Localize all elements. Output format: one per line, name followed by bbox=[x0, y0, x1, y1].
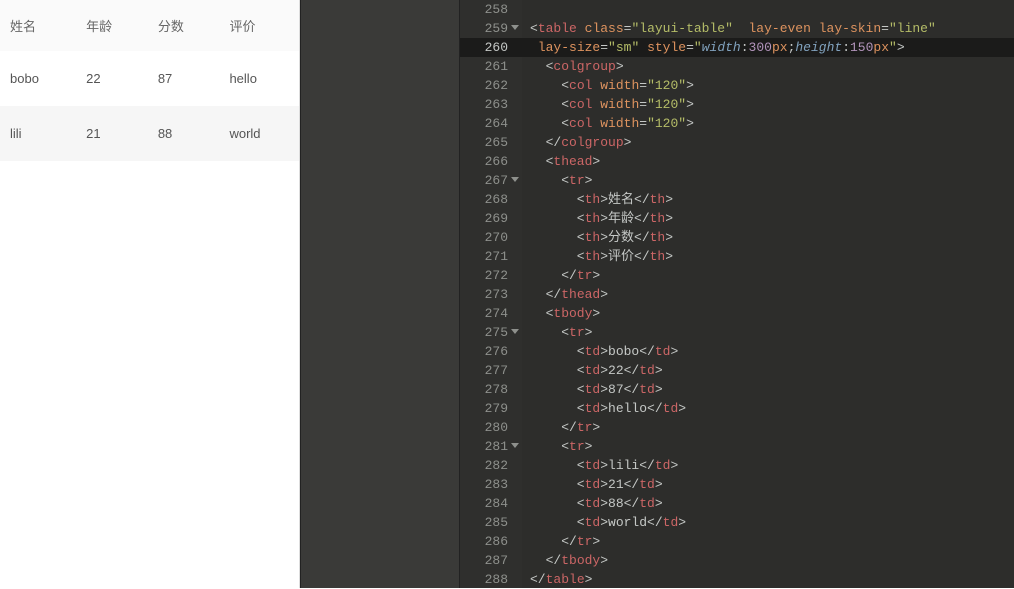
cell-comment: world bbox=[219, 106, 299, 161]
line-number[interactable]: 281 bbox=[460, 437, 522, 456]
preview-table: 姓名 年龄 分数 评价 bobo 22 87 hello lili 21 88 … bbox=[0, 0, 299, 161]
line-number[interactable]: 268 bbox=[460, 190, 522, 209]
line-number[interactable]: 271 bbox=[460, 247, 522, 266]
table-row: lili 21 88 world bbox=[0, 106, 299, 161]
code-line[interactable]: <th>评价</th> bbox=[522, 247, 1014, 266]
line-number-gutter[interactable]: 2582592602612622632642652662672682692702… bbox=[460, 0, 522, 588]
code-line[interactable]: <td>87</td> bbox=[522, 380, 1014, 399]
code-line[interactable] bbox=[522, 0, 1014, 19]
line-number[interactable]: 274 bbox=[460, 304, 522, 323]
code-line[interactable]: </tr> bbox=[522, 532, 1014, 551]
line-number[interactable]: 273 bbox=[460, 285, 522, 304]
line-number[interactable]: 277 bbox=[460, 361, 522, 380]
code-line[interactable]: <td>21</td> bbox=[522, 475, 1014, 494]
code-line[interactable]: <td>88</td> bbox=[522, 494, 1014, 513]
cell-score: 88 bbox=[148, 106, 220, 161]
table-header-row: 姓名 年龄 分数 评价 bbox=[0, 0, 299, 51]
th-name: 姓名 bbox=[0, 0, 76, 51]
th-score: 分数 bbox=[148, 0, 220, 51]
line-number[interactable]: 269 bbox=[460, 209, 522, 228]
line-number[interactable]: 275 bbox=[460, 323, 522, 342]
cell-name: lili bbox=[0, 106, 76, 161]
line-number[interactable]: 263 bbox=[460, 95, 522, 114]
line-number[interactable]: 261 bbox=[460, 57, 522, 76]
code-line[interactable]: <col width="120"> bbox=[522, 95, 1014, 114]
code-line[interactable]: <tbody> bbox=[522, 304, 1014, 323]
line-number[interactable]: 267 bbox=[460, 171, 522, 190]
line-number[interactable]: 260 bbox=[460, 38, 522, 57]
line-number[interactable]: 284 bbox=[460, 494, 522, 513]
th-age: 年龄 bbox=[76, 0, 148, 51]
code-line[interactable]: <table class="layui-table" lay-even lay-… bbox=[522, 19, 1014, 38]
code-line[interactable]: </tr> bbox=[522, 418, 1014, 437]
table-row: bobo 22 87 hello bbox=[0, 51, 299, 106]
line-number[interactable]: 266 bbox=[460, 152, 522, 171]
code-line[interactable]: </colgroup> bbox=[522, 133, 1014, 152]
code-line[interactable]: <tr> bbox=[522, 171, 1014, 190]
line-number[interactable]: 280 bbox=[460, 418, 522, 437]
code-line[interactable]: <col width="120"> bbox=[522, 76, 1014, 95]
preview-panel: 姓名 年龄 分数 评价 bobo 22 87 hello lili 21 88 … bbox=[0, 0, 300, 588]
code-line[interactable]: </tbody> bbox=[522, 551, 1014, 570]
code-line[interactable]: <td>hello</td> bbox=[522, 399, 1014, 418]
line-number[interactable]: 276 bbox=[460, 342, 522, 361]
cell-name: bobo bbox=[0, 51, 76, 106]
code-line[interactable]: </tr> bbox=[522, 266, 1014, 285]
line-number[interactable]: 288 bbox=[460, 570, 522, 589]
line-number[interactable]: 285 bbox=[460, 513, 522, 532]
code-line[interactable]: <td>world</td> bbox=[522, 513, 1014, 532]
code-line[interactable]: <thead> bbox=[522, 152, 1014, 171]
code-line[interactable]: <td>22</td> bbox=[522, 361, 1014, 380]
line-number[interactable]: 286 bbox=[460, 532, 522, 551]
code-line[interactable]: <tr> bbox=[522, 437, 1014, 456]
line-number[interactable]: 287 bbox=[460, 551, 522, 570]
cell-age: 21 bbox=[76, 106, 148, 161]
line-number[interactable]: 272 bbox=[460, 266, 522, 285]
code-line[interactable]: <th>姓名</th> bbox=[522, 190, 1014, 209]
code-line[interactable]: <th>年龄</th> bbox=[522, 209, 1014, 228]
line-number[interactable]: 262 bbox=[460, 76, 522, 95]
code-line[interactable]: </table> bbox=[522, 570, 1014, 588]
code-line[interactable]: <col width="120"> bbox=[522, 114, 1014, 133]
line-number[interactable]: 283 bbox=[460, 475, 522, 494]
code-line[interactable]: <th>分数</th> bbox=[522, 228, 1014, 247]
code-line[interactable]: <td>lili</td> bbox=[522, 456, 1014, 475]
line-number[interactable]: 264 bbox=[460, 114, 522, 133]
code-line[interactable]: <td>bobo</td> bbox=[522, 342, 1014, 361]
line-number[interactable]: 258 bbox=[460, 0, 522, 19]
th-comment: 评价 bbox=[219, 0, 299, 51]
code-line[interactable]: <colgroup> bbox=[522, 57, 1014, 76]
cell-score: 87 bbox=[148, 51, 220, 106]
cell-comment: hello bbox=[219, 51, 299, 106]
line-number[interactable]: 282 bbox=[460, 456, 522, 475]
code-line[interactable]: </thead> bbox=[522, 285, 1014, 304]
code-line[interactable]: <tr> bbox=[522, 323, 1014, 342]
divider-panel bbox=[300, 0, 460, 588]
cell-age: 22 bbox=[76, 51, 148, 106]
line-number[interactable]: 265 bbox=[460, 133, 522, 152]
line-number[interactable]: 259 bbox=[460, 19, 522, 38]
line-number[interactable]: 278 bbox=[460, 380, 522, 399]
line-number[interactable]: 270 bbox=[460, 228, 522, 247]
code-editor[interactable]: <table class="layui-table" lay-even lay-… bbox=[522, 0, 1014, 588]
line-number[interactable]: 279 bbox=[460, 399, 522, 418]
code-line[interactable]: lay-size="sm" style="width:300px;height:… bbox=[522, 38, 1014, 57]
